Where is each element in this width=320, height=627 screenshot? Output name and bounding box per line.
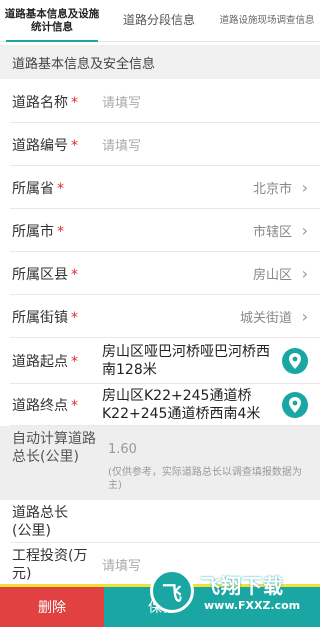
start-point-value: 房山区哑巴河桥哑巴河桥西南128米 [102,344,270,378]
chevron-right-icon: › [301,264,308,283]
tab-label: 道路设施现场调查信息 [219,15,315,26]
province-select[interactable]: 所属省 * 北京市 › [0,166,320,209]
province-label: 所属省 * [12,180,64,197]
road-name-row: 道路名称 * 请填写 [0,80,320,123]
road-code-row: 道路编号 * 请填写 [0,123,320,166]
tab-road-segment-info[interactable]: 道路分段信息 [104,0,214,41]
street-select[interactable]: 所属街镇 * 城关街道 › [0,295,320,338]
district-label: 所属区县 * [12,266,78,283]
road-name-input[interactable]: 请填写 [102,92,308,111]
province-value: 北京市 [252,182,292,197]
street-value: 城关街道 [239,311,292,326]
road-code-input[interactable]: 请填写 [102,135,308,154]
road-code-label: 道路编号 * [12,137,78,154]
auto-length-note: (仅供参考，实际道路总长以调查填报数据为主) [108,467,302,491]
end-point-row: 道路终点 * 房山区K22+245通道桥K22+245通道桥西南4米 [0,384,320,426]
location-pin-icon[interactable] [282,348,308,374]
tab-road-basic-info[interactable]: 道路基本信息及设施统计信息 [0,0,104,42]
district-select[interactable]: 所属区县 * 房山区 › [0,252,320,295]
road-name-label: 道路名称 * [12,94,78,111]
chevron-right-icon: › [301,307,308,326]
site-watermark: 飞 飞翔下载 www.FXXZ.com [150,566,320,616]
tab-label: 道路分段信息 [122,13,195,27]
end-point-value: 房山区K22+245通道桥K22+245通道桥西南4米 [102,388,261,422]
district-value: 房山区 [252,268,292,283]
chevron-right-icon: › [301,221,308,240]
city-select[interactable]: 所属市 * 市辖区 › [0,209,320,252]
investment-label: 工程投资(万元) [12,547,88,582]
start-point-row: 道路起点 * 房山区哑巴河桥哑巴河桥西南128米 [0,338,320,384]
tab-label: 道路基本信息及设施统计信息 [4,7,100,33]
total-length-label: 道路总长(公里) [12,504,68,539]
watermark-logo-icon: 飞 [150,569,194,613]
end-point-label: 道路终点 * [12,398,78,414]
total-length-row[interactable]: 道路总长(公里) [0,500,320,543]
auto-length-row: 自动计算道路总长(公里) 1.60 (仅供参考，实际道路总长以调查填报数据为主) [0,426,320,500]
street-label: 所属街镇 * [12,309,78,326]
location-pin-icon[interactable] [282,392,308,418]
chevron-right-icon: › [301,178,308,197]
section-title: 道路基本信息及安全信息 [12,56,156,72]
start-point-label: 道路起点 * [12,354,78,370]
auto-length-value: 1.60 [108,442,137,457]
delete-button[interactable]: 删除 [0,587,104,627]
tab-bar: 道路基本信息及设施统计信息 道路分段信息 道路设施现场调查信息 [0,0,320,42]
section-header: 道路基本信息及安全信息 [0,45,320,79]
auto-length-label: 自动计算道路总长(公里) [12,431,96,465]
watermark-title: 飞翔下载 [200,574,284,598]
watermark-url: www.FXXZ.com [200,599,305,612]
city-value: 市辖区 [252,225,292,240]
city-label: 所属市 * [12,223,64,240]
active-tab-indicator [6,40,98,42]
tab-road-facility-survey[interactable]: 道路设施现场调查信息 [214,0,320,41]
